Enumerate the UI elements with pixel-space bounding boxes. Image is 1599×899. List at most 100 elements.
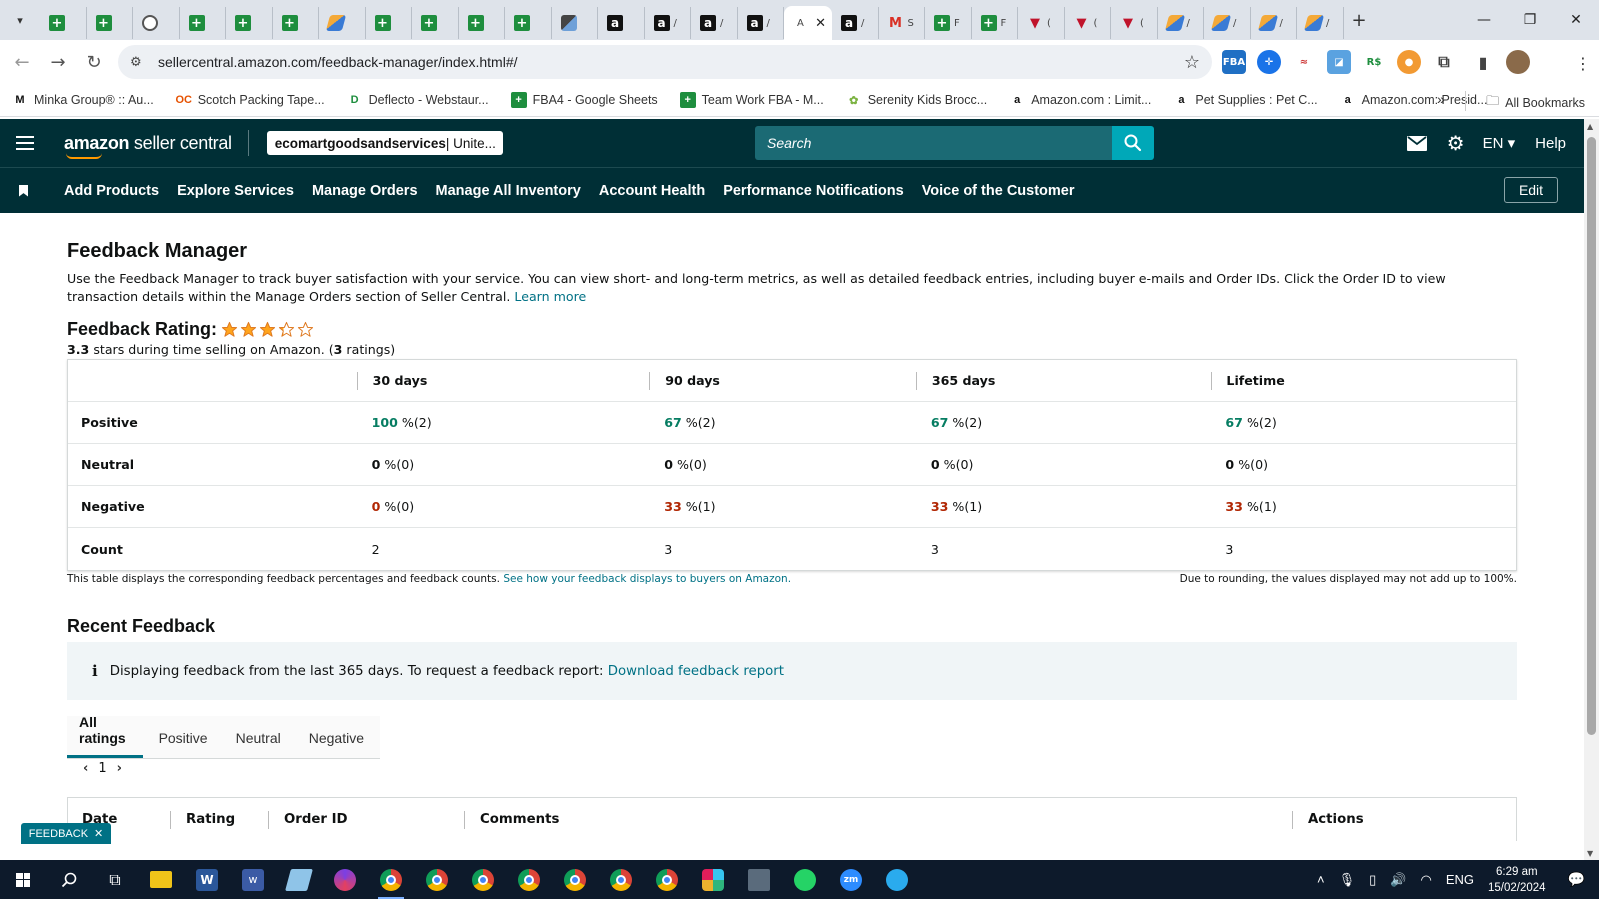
browser-tab[interactable] (552, 7, 598, 39)
nav-link-explore-services[interactable]: Explore Services (177, 183, 294, 199)
browser-tab[interactable]: ▼( (1111, 7, 1158, 39)
minimize-icon[interactable]: — (1461, 0, 1507, 40)
browser-tab[interactable]: a / (738, 7, 784, 39)
nav-link-voice-of-the-customer[interactable]: Voice of the Customer (922, 183, 1075, 199)
filter-tab-negative[interactable]: Negative (297, 730, 376, 758)
reload-icon[interactable]: ↻ (76, 44, 112, 80)
nav-link-performance-notifications[interactable]: Performance Notifications (723, 183, 904, 199)
edit-nav-button[interactable]: Edit (1504, 177, 1558, 203)
bookmark-item[interactable]: + Team Work FBA - M... (679, 92, 824, 108)
volume-icon[interactable]: 🔊 (1390, 872, 1406, 888)
settings-gear-icon[interactable]: ⚙ (1447, 131, 1465, 156)
next-page-chevron-icon[interactable]: › (117, 761, 122, 776)
bookmark-item[interactable]: D Deflecto - Webstaur... (347, 92, 489, 108)
word-icon[interactable]: W (184, 860, 230, 899)
browser-tab[interactable]: a / (691, 7, 738, 39)
seller-central-logo[interactable]: amazon seller central (64, 133, 232, 159)
nav-link-add-products[interactable]: Add Products (64, 183, 159, 199)
browser-tab[interactable]: MS (879, 7, 925, 39)
bookmark-item[interactable]: + FBA4 - Google Sheets (510, 92, 658, 108)
column-rating[interactable]: Rating (170, 810, 268, 829)
browser-tab[interactable]: / (1158, 7, 1204, 39)
filter-tab-all-ratings[interactable]: All ratings (67, 714, 143, 758)
wifi-icon[interactable]: ◠ (1420, 872, 1431, 888)
notifications-icon[interactable]: 💬 (1568, 871, 1585, 888)
current-page-number[interactable]: 1 (98, 761, 106, 776)
learn-more-link[interactable]: Learn more (514, 289, 586, 304)
browser-tab[interactable]: + (180, 7, 226, 39)
close-window-icon[interactable]: ✕ (1553, 0, 1599, 40)
previous-page-chevron-icon[interactable]: ‹ (83, 761, 88, 776)
fba-extension-icon[interactable]: FBA (1222, 50, 1246, 74)
browser-tab[interactable]: / (1251, 7, 1297, 39)
side-panel-icon[interactable]: ▮ (1471, 50, 1495, 74)
browser-tab[interactable]: ▼( (1065, 7, 1111, 39)
column-order-id[interactable]: Order ID (268, 810, 464, 829)
bookmark-item[interactable]: a Amazon.com : Limit... (1009, 92, 1151, 108)
profile-avatar[interactable] (1506, 50, 1530, 74)
buyer-display-link[interactable]: See how your feedback displays to buyers… (503, 573, 791, 585)
restore-icon[interactable]: ❐ (1507, 0, 1553, 40)
crosshair-extension-icon[interactable]: ✛ (1257, 50, 1281, 74)
browser-tab[interactable]: + (412, 7, 459, 39)
search-button[interactable] (1112, 126, 1154, 160)
feedback-widget-tab[interactable]: FEEDBACK ✕ (21, 823, 111, 844)
browser-tab[interactable] (133, 7, 180, 39)
browser-tab[interactable]: / (1204, 7, 1251, 39)
browser-tab[interactable]: ▼( (1018, 7, 1065, 39)
scroll-thumb[interactable] (1587, 137, 1596, 735)
browser-tab[interactable]: a (598, 7, 645, 39)
input-language[interactable]: ENG (1446, 872, 1474, 887)
calculator-icon[interactable] (736, 860, 782, 899)
back-arrow-icon[interactable]: ← (4, 44, 40, 80)
microphone-icon[interactable]: 🎙 (1339, 872, 1356, 888)
nav-link-manage-orders[interactable]: Manage Orders (312, 183, 418, 199)
keepa-extension-icon[interactable]: ≈ (1292, 50, 1316, 74)
word-alt-icon[interactable]: w (230, 860, 276, 899)
clock[interactable]: 6:29 am 15/02/2024 (1488, 864, 1546, 896)
chrome-profile-3-icon[interactable] (460, 860, 506, 899)
bookmark-item[interactable]: ✿ Serenity Kids Brocc... (846, 92, 987, 108)
browser-tab[interactable]: + (87, 7, 133, 39)
bookmark-item[interactable]: a Pet Supplies : Pet C... (1173, 92, 1317, 108)
site-info-icon[interactable]: ⚙ (130, 55, 146, 70)
chrome-profile-5-icon[interactable] (552, 860, 598, 899)
bookmark-item[interactable]: OC Scotch Packing Tape... (175, 92, 324, 108)
taskbar-search-icon[interactable] (46, 860, 92, 899)
download-feedback-report-link[interactable]: Download feedback report (608, 664, 784, 679)
telegram-icon[interactable] (874, 860, 920, 899)
all-bookmarks-folder[interactable]: 🗀 All Bookmarks (1486, 92, 1585, 114)
bookmark-icon[interactable] (19, 184, 28, 197)
help-link[interactable]: Help (1535, 135, 1566, 152)
rs-extension-icon[interactable]: R$ (1362, 50, 1386, 74)
hamburger-menu-icon[interactable] (16, 136, 34, 150)
filter-tab-neutral[interactable]: Neutral (224, 730, 293, 758)
zoom-icon[interactable]: zm (828, 860, 874, 899)
browser-tab[interactable]: + (366, 7, 412, 39)
account-switcher[interactable]: ecomartgoodsandservices | Unite... (266, 131, 503, 155)
chat-app-icon[interactable] (322, 860, 368, 899)
url-text[interactable]: sellercentral.amazon.com/feedback-manage… (158, 54, 518, 70)
browser-tab[interactable]: a / (832, 7, 879, 39)
nav-link-account-health[interactable]: Account Health (599, 183, 705, 199)
close-tab-icon[interactable]: ✕ (815, 16, 826, 31)
new-tab-plus-icon[interactable]: + (1352, 10, 1367, 31)
nav-link-manage-all-inventory[interactable]: Manage All Inventory (436, 183, 581, 199)
browser-menu-icon[interactable]: ⋮ (1575, 54, 1591, 73)
bookmark-star-icon[interactable]: ☆ (1184, 52, 1200, 73)
mail-icon[interactable] (1406, 135, 1427, 151)
extensions-puzzle-icon[interactable]: ⧉ (1432, 50, 1456, 74)
search-input[interactable]: Search (755, 126, 1112, 160)
chrome-profile-7-icon[interactable] (644, 860, 690, 899)
map-extension-icon[interactable]: ◪ (1327, 50, 1351, 74)
tray-chevron-up-icon[interactable]: ˄ (1317, 872, 1325, 887)
address-bar[interactable]: ⚙ sellercentral.amazon.com/feedback-mana… (118, 45, 1212, 79)
language-selector[interactable]: EN ▾ (1483, 134, 1516, 152)
browser-tab[interactable]: + (459, 7, 505, 39)
browser-tab[interactable]: + (505, 7, 552, 39)
orange-extension-icon[interactable]: ● (1397, 50, 1421, 74)
task-view-icon[interactable]: ⧉ (92, 860, 138, 899)
battery-icon[interactable]: ▯ (1369, 872, 1376, 888)
bookmark-item[interactable]: M Minka Group® :: Au... (12, 92, 153, 108)
browser-tab[interactable]: A ✕ (784, 6, 832, 40)
